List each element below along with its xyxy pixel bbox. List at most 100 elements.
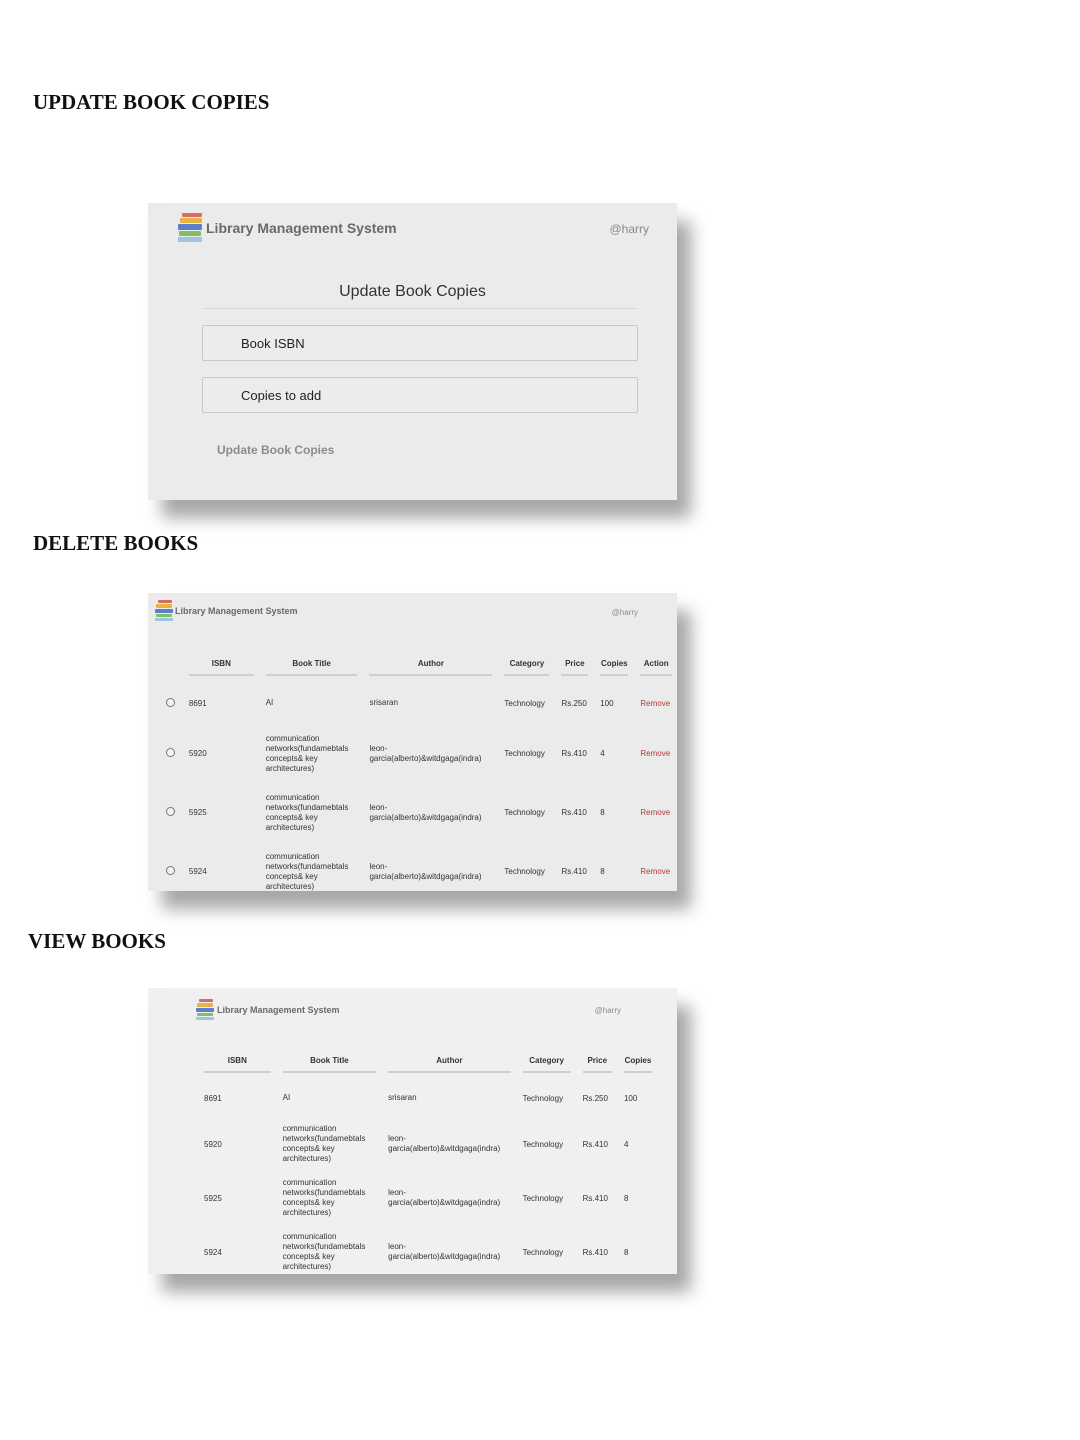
author-cell: leon-garcia(alberto)&witdgaga(indra) [369, 743, 482, 763]
app-brand: Library Management System [196, 999, 340, 1021]
user-handle[interactable]: @harry [609, 222, 649, 236]
column-header-isbn: ISBN [198, 1056, 277, 1079]
column-header-copies: Copies [618, 1056, 658, 1079]
select-column-header [158, 659, 183, 682]
remove-link[interactable]: Remove [634, 682, 677, 724]
table-row: 5920 communication networks(fundamebtals… [198, 1117, 658, 1171]
column-header-price: Price [555, 659, 594, 682]
price-cell: Rs.410 [582, 1247, 608, 1257]
section-heading-update: UPDATE BOOK COPIES [33, 90, 270, 114]
author-cell: leon-garcia(alberto)&witdgaga(indra) [388, 1188, 501, 1207]
column-header-price: Price [577, 1056, 618, 1079]
copies-cell: 100 [600, 698, 614, 708]
app-brand: Library Management System [155, 600, 298, 622]
category-cell: Technology [522, 1139, 564, 1149]
radio-icon[interactable] [165, 748, 175, 757]
copies-input[interactable] [241, 387, 637, 403]
price-cell: Rs.250 [561, 698, 587, 708]
column-header-copies: Copies [594, 659, 634, 682]
books-logo-icon [155, 600, 173, 622]
copies-cell: 8 [600, 808, 605, 817]
author-cell: leon-garcia(alberto)&witdgaga(indra) [369, 802, 482, 822]
table-header-row: ISBN Book Title Author Category Price Co… [198, 1056, 658, 1079]
author-cell: srisaran [388, 1093, 417, 1102]
view-books-table: ISBN Book Title Author Category Price Co… [198, 1056, 658, 1274]
isbn-field[interactable] [202, 325, 638, 361]
isbn-input[interactable] [241, 335, 637, 351]
isbn-cell: 5924 [188, 867, 207, 876]
update-copies-button[interactable]: Update Book Copies [217, 443, 334, 457]
column-header-author: Author [363, 659, 498, 682]
isbn-cell: 8691 [188, 698, 207, 708]
table-header-row: ISBN Book Title Author Category Price Co… [158, 659, 677, 682]
table-row: 8691 AI srisaran Technology Rs.250 100 R… [158, 682, 677, 724]
copies-cell: 4 [600, 749, 605, 758]
delete-books-screenshot: Library Management System @harry ISBN Bo… [148, 593, 677, 891]
isbn-cell: 5920 [204, 1139, 222, 1149]
price-cell: Rs.250 [582, 1093, 608, 1103]
remove-link[interactable]: Remove [634, 842, 677, 891]
title-cell: AI [265, 698, 274, 707]
column-header-title: Book Title [277, 1056, 383, 1079]
price-cell: Rs.410 [582, 1139, 608, 1149]
copies-field[interactable] [202, 377, 638, 413]
radio-icon[interactable] [165, 807, 175, 816]
category-cell: Technology [504, 749, 545, 758]
title-cell: communication networks(fundamebtals conc… [265, 851, 349, 891]
app-name: Library Management System [217, 1005, 340, 1015]
delete-books-table: ISBN Book Title Author Category Price Co… [158, 659, 677, 891]
user-handle[interactable]: @harry [595, 1006, 621, 1015]
column-header-author: Author [382, 1056, 516, 1079]
isbn-cell: 5925 [204, 1193, 222, 1203]
table-row: 5924 communication networks(fundamebtals… [198, 1225, 658, 1274]
price-cell: Rs.410 [561, 749, 587, 758]
app-name: Library Management System [206, 220, 397, 236]
isbn-cell: 5925 [188, 808, 207, 817]
category-cell: Technology [522, 1193, 564, 1203]
column-header-title: Book Title [260, 659, 364, 682]
title-cell: communication networks(fundamebtals conc… [265, 733, 349, 773]
author-cell: srisaran [369, 698, 398, 707]
isbn-cell: 5920 [188, 749, 207, 758]
user-handle[interactable]: @harry [612, 608, 638, 617]
copies-cell: 8 [600, 867, 605, 876]
title-cell: communication networks(fundamebtals conc… [282, 1124, 366, 1163]
radio-icon[interactable] [165, 866, 175, 875]
copies-cell: 8 [623, 1247, 629, 1257]
table-row: 5924 communication networks(fundamebtals… [158, 842, 677, 891]
category-cell: Technology [522, 1247, 564, 1257]
column-header-category: Category [517, 1056, 577, 1079]
copies-cell: 4 [623, 1139, 629, 1149]
column-header-action: Action [634, 659, 677, 682]
category-cell: Technology [504, 698, 545, 708]
price-cell: Rs.410 [582, 1193, 608, 1203]
isbn-cell: 5924 [204, 1247, 222, 1257]
section-heading-delete: DELETE BOOKS [33, 531, 199, 555]
radio-icon[interactable] [165, 697, 175, 707]
books-logo-icon [178, 213, 204, 243]
table-row: 8691 AI srisaran Technology Rs.250 100 [198, 1079, 658, 1117]
books-logo-icon [196, 999, 216, 1021]
title-cell: AI [282, 1093, 291, 1102]
isbn-cell: 8691 [204, 1093, 222, 1103]
remove-link[interactable]: Remove [634, 724, 677, 783]
form-title: Update Book Copies [339, 283, 486, 300]
category-cell: Technology [504, 808, 545, 817]
table-row: 5920 communication networks(fundamebtals… [158, 724, 677, 783]
author-cell: leon-garcia(alberto)&witdgaga(indra) [388, 1134, 501, 1153]
category-cell: Technology [504, 867, 545, 876]
title-cell: communication networks(fundamebtals conc… [282, 1232, 366, 1271]
form-divider [202, 308, 638, 309]
copies-cell: 8 [623, 1193, 629, 1203]
view-books-screenshot: Library Management System @harry ISBN Bo… [148, 988, 677, 1274]
copies-cell: 100 [623, 1093, 638, 1103]
app-name: Library Management System [175, 606, 298, 616]
title-cell: communication networks(fundamebtals conc… [282, 1178, 366, 1217]
remove-link[interactable]: Remove [634, 783, 677, 842]
author-cell: leon-garcia(alberto)&witdgaga(indra) [388, 1242, 501, 1261]
price-cell: Rs.410 [561, 867, 587, 876]
table-row: 5925 communication networks(fundamebtals… [158, 783, 677, 842]
category-cell: Technology [522, 1093, 564, 1103]
app-brand: Library Management System [178, 213, 397, 243]
update-copies-screenshot: Library Management System @harry Update … [148, 203, 677, 500]
